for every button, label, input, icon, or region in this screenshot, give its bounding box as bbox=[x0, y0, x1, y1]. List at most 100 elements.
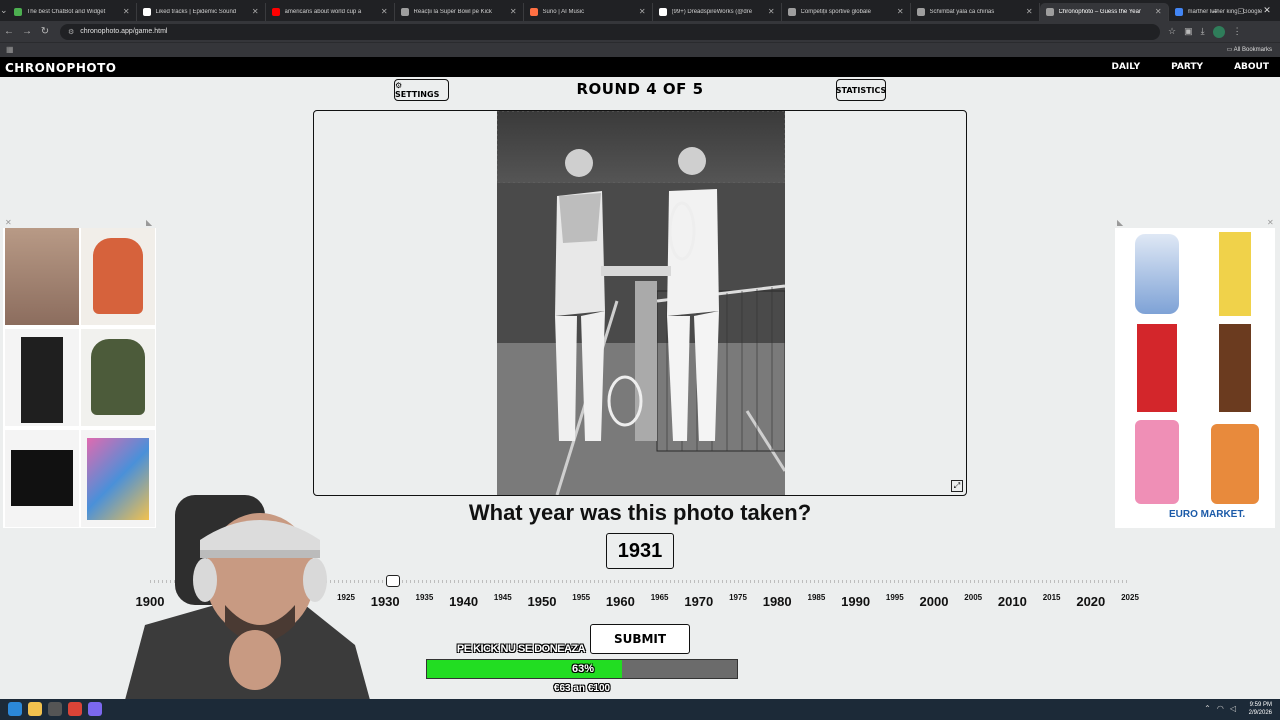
tray-chevron-icon[interactable]: ⌃ bbox=[1204, 704, 1211, 713]
ad-item-top[interactable] bbox=[5, 228, 79, 325]
browser-tab[interactable]: Reacții la Super Bowl pe Kick ✕ bbox=[395, 2, 524, 21]
site-logo[interactable]: CHRONOPHOTO bbox=[5, 61, 116, 75]
browser-toolbar: ← → ↻ ⚙ chronophoto.app/game.html ☆ ▣ ⤓ … bbox=[0, 21, 1280, 42]
tab-favicon-icon bbox=[916, 7, 925, 16]
taskbar-clock[interactable]: 9:59 PM 2/9/2026 bbox=[1249, 701, 1272, 717]
ad-item-jar[interactable] bbox=[1197, 416, 1273, 508]
ad-item-tshirt[interactable] bbox=[5, 430, 79, 527]
nav-about[interactable]: ABOUT bbox=[1234, 62, 1269, 72]
slider-tick-minor: 2015 bbox=[1042, 593, 1061, 602]
tab-favicon-icon bbox=[658, 7, 667, 16]
slider-tick-major: 1990 bbox=[841, 594, 871, 609]
statistics-button[interactable]: STATISTICS bbox=[836, 79, 886, 101]
tab-search-icon[interactable]: ⌄ bbox=[0, 0, 8, 21]
ad-close-icon[interactable]: ✕ bbox=[5, 218, 12, 227]
tab-favicon-icon bbox=[787, 7, 796, 16]
browser-tab[interactable]: Competiții sportive globale ✕ bbox=[782, 2, 911, 21]
tab-close-icon[interactable]: ✕ bbox=[252, 7, 259, 16]
settings-button[interactable]: ⚙ SETTINGS bbox=[394, 79, 449, 101]
browser-menu-icon[interactable]: ⋮ bbox=[1233, 26, 1242, 37]
downloads-icon[interactable]: ⤓ bbox=[1201, 26, 1205, 37]
browser-tab[interactable]: Suno | AI Music ✕ bbox=[524, 2, 653, 21]
nav-daily[interactable]: DAILY bbox=[1112, 62, 1141, 72]
ad-item-crisps[interactable] bbox=[1197, 322, 1273, 414]
ad-item-wafer[interactable] bbox=[1119, 322, 1195, 414]
wifi-icon[interactable]: ◠ bbox=[1217, 704, 1224, 713]
profile-avatar[interactable] bbox=[1212, 25, 1225, 38]
system-tray: ⌃ ◠ ◁ bbox=[1204, 704, 1236, 713]
ad-item-hoodie-orange[interactable] bbox=[81, 228, 155, 325]
donation-amount: €63 an €100 bbox=[553, 683, 611, 694]
streamer-webcam bbox=[105, 495, 370, 700]
discord-icon[interactable] bbox=[88, 702, 102, 716]
year-guess-display: 1931 bbox=[606, 533, 674, 569]
browser-tab[interactable]: The best ChatBot and Widget ✕ bbox=[8, 2, 137, 21]
all-bookmarks-link[interactable]: ▭ All Bookmarks bbox=[1227, 46, 1272, 53]
ad-choices-icon-right[interactable]: ◣ bbox=[1117, 218, 1123, 227]
ad-item-mentos[interactable] bbox=[1119, 416, 1195, 508]
tab-close-icon[interactable]: ✕ bbox=[381, 7, 388, 16]
minimize-button[interactable]: – bbox=[1202, 6, 1228, 16]
url-text: chronophoto.app/game.html bbox=[80, 28, 168, 35]
maximize-button[interactable]: □ bbox=[1228, 6, 1254, 16]
bookmark-star-icon[interactable]: ☆ bbox=[1168, 26, 1176, 37]
slider-thumb[interactable] bbox=[386, 575, 401, 587]
tab-close-icon[interactable]: ✕ bbox=[123, 7, 130, 16]
slider-tick-major: 1980 bbox=[762, 594, 792, 609]
slider-tick-minor: 1965 bbox=[650, 593, 669, 602]
ad-item-pants[interactable] bbox=[5, 329, 79, 426]
browser-tab[interactable]: Liked tracks | Epidemic Sound ✕ bbox=[137, 2, 266, 21]
ad-item-biscuits[interactable] bbox=[1119, 228, 1195, 320]
tab-close-icon[interactable]: ✕ bbox=[1026, 7, 1033, 16]
tab-title: Reacții la Super Bowl pe Kick bbox=[413, 8, 492, 15]
back-icon[interactable]: ← bbox=[0, 26, 18, 37]
ad-brand-logo: EURO MARKET. bbox=[1169, 509, 1246, 520]
slider-tick-major: 2000 bbox=[919, 594, 949, 609]
site-info-icon[interactable]: ⚙ bbox=[68, 28, 74, 36]
browser-tab[interactable]: americans about world cup a ✕ bbox=[266, 2, 395, 21]
ad-item-butter-biscuits[interactable] bbox=[1197, 228, 1273, 320]
ad-left-clothing[interactable] bbox=[3, 228, 156, 528]
window-controls: – □ ✕ bbox=[1202, 0, 1280, 21]
slider-tick-major: 1960 bbox=[605, 594, 635, 609]
apps-icon[interactable]: ▦ bbox=[6, 45, 14, 54]
ad-choices-icon[interactable]: ◣ bbox=[146, 218, 152, 227]
browser-tab[interactable]: (99+) DreadspireWorks (@dre ✕ bbox=[653, 2, 782, 21]
tab-favicon-icon bbox=[529, 7, 538, 16]
tab-close-icon[interactable]: ✕ bbox=[1155, 7, 1162, 16]
close-window-button[interactable]: ✕ bbox=[1254, 5, 1280, 16]
settings-icon[interactable] bbox=[48, 702, 62, 716]
tab-close-icon[interactable]: ✕ bbox=[897, 7, 904, 16]
tab-close-icon[interactable]: ✕ bbox=[639, 7, 646, 16]
extensions-icon[interactable]: ▣ bbox=[1184, 26, 1193, 37]
reload-icon[interactable]: ↻ bbox=[36, 26, 54, 37]
tab-title: Liked tracks | Epidemic Sound bbox=[155, 8, 237, 15]
browser-tab-bar: ⌄ The best ChatBot and Widget ✕ Liked trac… bbox=[0, 0, 1280, 21]
forward-icon[interactable]: → bbox=[18, 26, 36, 37]
tab-close-icon[interactable]: ✕ bbox=[510, 7, 517, 16]
volume-icon[interactable]: ◁ bbox=[1230, 704, 1236, 713]
slider-tick-major: 2020 bbox=[1076, 594, 1106, 609]
photo-frame: ⤢ bbox=[313, 110, 967, 496]
browser-tab[interactable]: Schimbat yala ca chirias ✕ bbox=[911, 2, 1040, 21]
tab-close-icon[interactable]: ✕ bbox=[768, 7, 775, 16]
ad-right-grocery[interactable] bbox=[1115, 228, 1275, 528]
fullscreen-icon[interactable]: ⤢ bbox=[951, 480, 963, 492]
os-taskbar: ⌃ ◠ ◁ 9:59 PM 2/9/2026 bbox=[0, 699, 1280, 720]
ad-close-icon-right[interactable]: ✕ bbox=[1267, 218, 1274, 227]
start-icon[interactable] bbox=[8, 702, 22, 716]
all-bookmarks-label: All Bookmarks bbox=[1233, 47, 1272, 53]
slider-tick-minor: 1945 bbox=[493, 593, 512, 602]
donation-goal-label: PE KICK NU SE DONEAZA bbox=[456, 643, 586, 655]
tab-title: The best ChatBot and Widget bbox=[26, 8, 106, 15]
file-explorer-icon[interactable] bbox=[28, 702, 42, 716]
slider-tick-minor: 2025 bbox=[1121, 593, 1139, 602]
ad-item-hoodie-green[interactable] bbox=[81, 329, 155, 426]
address-bar[interactable]: ⚙ chronophoto.app/game.html bbox=[60, 23, 1160, 40]
slider-tick-minor: 1955 bbox=[572, 593, 591, 602]
browser-tab[interactable]: Chronophoto – Guess the Year ✕ bbox=[1039, 2, 1169, 21]
nav-party[interactable]: PARTY bbox=[1171, 62, 1203, 72]
chrome-icon[interactable] bbox=[68, 702, 82, 716]
tennis-players-photo bbox=[497, 111, 785, 495]
slider-tick-major: 2010 bbox=[997, 594, 1027, 609]
